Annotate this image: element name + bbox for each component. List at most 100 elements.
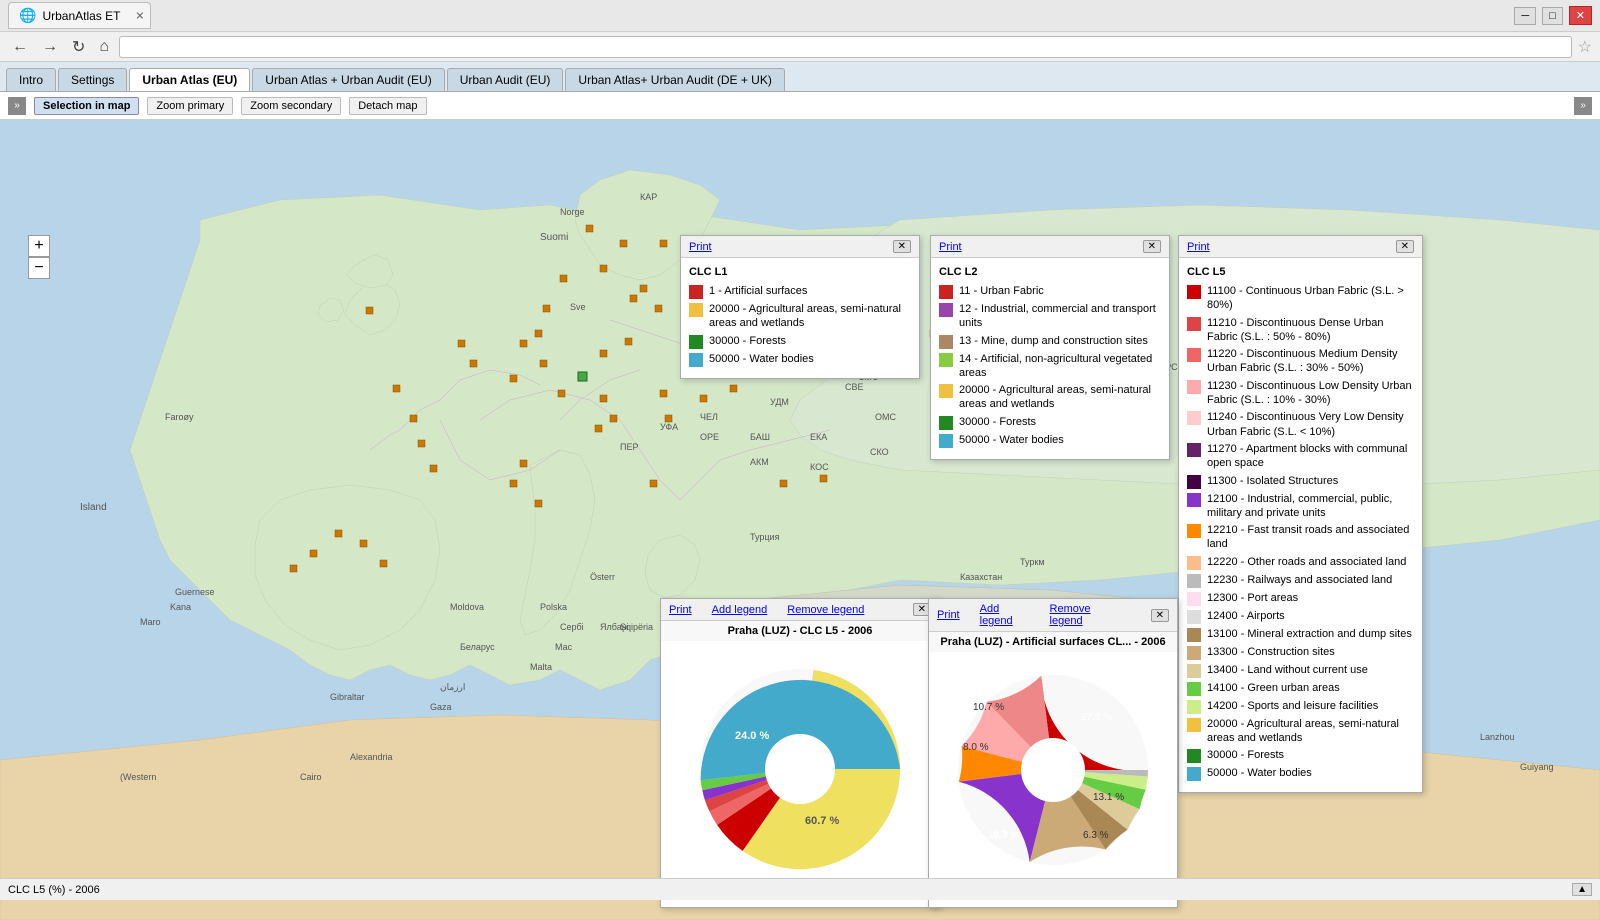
tab-settings[interactable]: Settings xyxy=(58,68,127,91)
chart2-print[interactable]: Print xyxy=(937,609,960,621)
svg-text:8.0 %: 8.0 % xyxy=(963,742,989,753)
app-tabs: Intro Settings Urban Atlas (EU) Urban At… xyxy=(0,62,1600,92)
legend-label: 12220 - Other roads and associated land xyxy=(1207,555,1406,569)
clc-l2-close-btn[interactable]: ✕ xyxy=(1143,240,1161,253)
legend-item: 50000 - Water bodies xyxy=(1187,766,1414,781)
chart2-add-legend[interactable]: Add legend xyxy=(980,603,1030,627)
legend-item: 20000 - Agricultural areas, semi-natural… xyxy=(1187,717,1414,746)
home-btn[interactable]: ⌂ xyxy=(95,36,113,58)
back-btn[interactable]: ← xyxy=(8,36,32,58)
legend-color xyxy=(1187,767,1201,781)
svg-text:ЕКА: ЕКА xyxy=(810,432,827,442)
legend-label: 30000 - Forests xyxy=(709,334,786,348)
legend-item: 20000 - Agricultural areas, semi-natural… xyxy=(939,383,1161,412)
chart1-header: Print Add legend Remove legend ✕ xyxy=(661,599,939,621)
legend-label: 30000 - Forests xyxy=(1207,748,1284,762)
zoom-secondary-btn[interactable]: Zoom secondary xyxy=(241,97,341,115)
maximize-btn[interactable]: □ xyxy=(1542,7,1563,25)
clc-l2-panel-body: CLC L2 11 - Urban Fabric12 - Industrial,… xyxy=(931,258,1169,459)
legend-label: 12300 - Port areas xyxy=(1207,591,1298,605)
svg-text:ПЕР: ПЕР xyxy=(620,442,638,452)
legend-item: 30000 - Forests xyxy=(689,334,911,349)
svg-text:Faroøy: Faroøy xyxy=(165,412,194,422)
tab-urban-atlas-de-uk[interactable]: Urban Atlas+ Urban Audit (DE + UK) xyxy=(565,68,784,91)
chart2-title: Praha (LUZ) - Artificial surfaces CL... … xyxy=(929,632,1177,652)
legend-item: 30000 - Forests xyxy=(1187,748,1414,763)
svg-text:УФА: УФА xyxy=(660,422,678,432)
tab-urban-atlas-eu[interactable]: Urban Atlas (EU) xyxy=(129,68,250,91)
legend-color xyxy=(1187,628,1201,642)
legend-item: 12230 - Railways and associated land xyxy=(1187,573,1414,588)
legend-label: 50000 - Water bodies xyxy=(709,352,814,366)
right-sidebar-toggle-btn[interactable]: » xyxy=(1574,97,1592,115)
legend-label: 50000 - Water bodies xyxy=(959,433,1064,447)
chart1-body: 24.0 % 60.7 % xyxy=(661,641,939,897)
clc-l5-close-btn[interactable]: ✕ xyxy=(1396,240,1414,253)
chart2-header: Print Add legend Remove legend ✕ xyxy=(929,599,1177,632)
legend-item: 14 - Artificial, non-agricultural vegeta… xyxy=(939,352,1161,381)
chart1-title: Praha (LUZ) - CLC L5 - 2006 xyxy=(661,621,939,641)
svg-text:Gaza: Gaza xyxy=(430,702,452,712)
legend-color xyxy=(939,285,953,299)
legend-color xyxy=(939,303,953,317)
svg-text:27.0 %: 27.0 % xyxy=(1081,712,1112,723)
clc-l1-close-btn[interactable]: ✕ xyxy=(893,240,911,253)
svg-text:Cairo: Cairo xyxy=(300,772,322,782)
detach-map-btn[interactable]: Detach map xyxy=(349,97,426,115)
clc-l1-title: CLC L1 xyxy=(689,266,911,278)
bookmark-icon[interactable]: ☆ xyxy=(1578,37,1592,57)
legend-item: 50000 - Water bodies xyxy=(689,352,911,367)
clc-l5-panel: Print ✕ CLC L5 11100 - Continuous Urban … xyxy=(1178,235,1423,793)
browser-tab[interactable]: 🌐 UrbanAtlas ET ✕ xyxy=(8,2,151,29)
clc-l1-print-link[interactable]: Print xyxy=(689,241,712,253)
legend-color xyxy=(689,353,703,367)
minimize-btn[interactable]: ─ xyxy=(1514,7,1536,25)
tab-intro[interactable]: Intro xyxy=(6,68,56,91)
svg-text:(Western: (Western xyxy=(120,772,156,782)
tab-urban-audit-eu[interactable]: Urban Audit (EU) xyxy=(447,68,564,91)
svg-text:Guernese: Guernese xyxy=(175,587,215,597)
svg-text:Казахстан: Казахстан xyxy=(960,572,1002,582)
clc-l2-panel: Print ✕ CLC L2 11 - Urban Fabric12 - Ind… xyxy=(930,235,1170,460)
legend-item: 13300 - Construction sites xyxy=(1187,645,1414,660)
svg-text:Alexandria: Alexandria xyxy=(350,752,393,762)
toolbar: » Selection in map Zoom primary Zoom sec… xyxy=(0,92,1600,120)
svg-text:СВЕ: СВЕ xyxy=(845,382,864,392)
browser-tab-close[interactable]: ✕ xyxy=(135,9,144,22)
legend-item: 14100 - Green urban areas xyxy=(1187,681,1414,696)
sidebar-toggle-btn[interactable]: » xyxy=(8,97,26,115)
legend-color xyxy=(939,416,953,430)
clc-l2-print-link[interactable]: Print xyxy=(939,241,962,253)
clc-l5-panel-body: CLC L5 11100 - Continuous Urban Fabric (… xyxy=(1179,258,1422,792)
zoom-out-btn[interactable]: − xyxy=(28,257,50,279)
legend-color xyxy=(1187,592,1201,606)
legend-label: 20000 - Agricultural areas, semi-natural… xyxy=(1207,717,1414,746)
chart2-remove-legend[interactable]: Remove legend xyxy=(1050,603,1119,627)
status-bar-text: CLC L5 (%) - 2006 xyxy=(8,884,100,896)
selection-in-map-btn[interactable]: Selection in map xyxy=(34,97,139,115)
status-bar-expand-btn[interactable]: ▲ xyxy=(1572,883,1592,896)
chart1-print[interactable]: Print xyxy=(669,604,692,616)
clc-l1-panel-body: CLC L1 1 - Artificial surfaces20000 - Ag… xyxy=(681,258,919,378)
browser-tab-title: UrbanAtlas ET xyxy=(42,9,120,23)
clc-l5-print-link[interactable]: Print xyxy=(1187,241,1210,253)
chart2-close-btn[interactable]: ✕ xyxy=(1151,609,1169,622)
legend-item: 11240 - Discontinuous Very Low Density U… xyxy=(1187,410,1414,439)
clc-l2-legend: 11 - Urban Fabric12 - Industrial, commer… xyxy=(939,284,1161,448)
tab-urban-atlas-audit-eu[interactable]: Urban Atlas + Urban Audit (EU) xyxy=(252,68,444,91)
address-bar[interactable]: urbanatlas.gisat.cz xyxy=(119,36,1572,58)
chart1-remove-legend[interactable]: Remove legend xyxy=(787,604,864,616)
svg-text:19.3 %: 19.3 % xyxy=(988,830,1019,841)
refresh-btn[interactable]: ↻ xyxy=(68,35,89,59)
forward-btn[interactable]: → xyxy=(38,36,62,58)
zoom-in-btn[interactable]: + xyxy=(28,235,50,257)
legend-color xyxy=(1187,682,1201,696)
chart1-add-legend[interactable]: Add legend xyxy=(712,604,768,616)
clc-l5-panel-header: Print ✕ xyxy=(1179,236,1422,258)
legend-color xyxy=(1187,317,1201,331)
close-btn[interactable]: ✕ xyxy=(1569,6,1592,25)
legend-label: 13 - Mine, dump and construction sites xyxy=(959,334,1148,348)
svg-text:Malta: Malta xyxy=(530,662,552,672)
zoom-primary-btn[interactable]: Zoom primary xyxy=(147,97,233,115)
legend-color xyxy=(1187,749,1201,763)
